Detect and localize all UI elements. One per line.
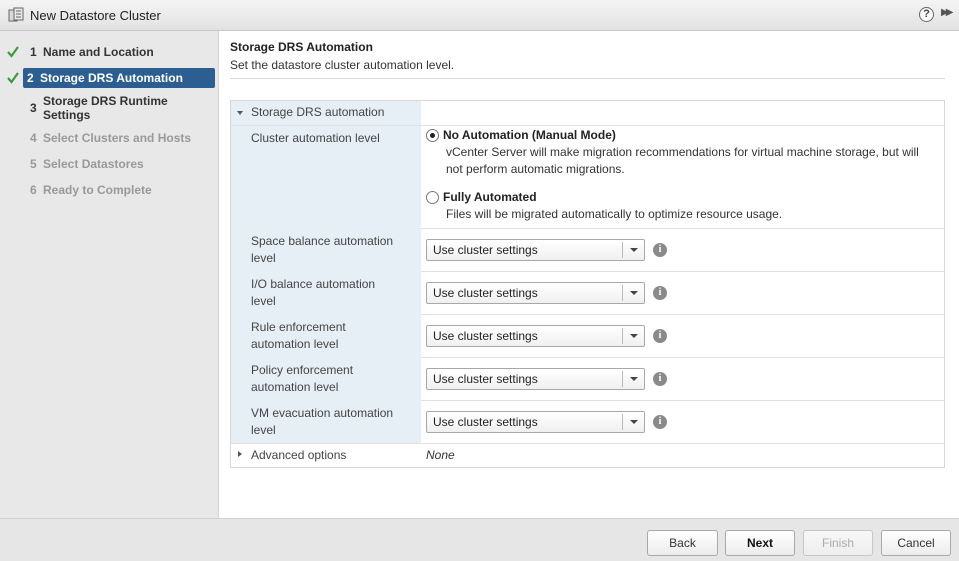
wizard-steps: 1 Name and Location 2 Storage DRS Automa…	[0, 31, 219, 518]
label-line1: Space balance automation	[251, 234, 394, 248]
cancel-button[interactable]: Cancel	[881, 530, 951, 556]
vm-evacuation-select[interactable]: Use cluster settings	[426, 411, 645, 433]
info-icon[interactable]: i	[653, 329, 667, 343]
info-icon[interactable]: i	[653, 243, 667, 257]
step-label: Select Datastores	[43, 157, 144, 171]
step-label: Storage DRS Automation	[40, 71, 183, 85]
space-balance-label: Space balance automation level	[251, 233, 411, 267]
step-number: 3	[30, 101, 37, 115]
content-panel: Storage DRS Automation Set the datastore…	[220, 31, 959, 518]
step-storage-drs-runtime-settings[interactable]: 3 Storage DRS Runtime Settings	[3, 94, 215, 124]
step-label-line1: Storage DRS Runtime	[43, 94, 168, 108]
info-icon[interactable]: i	[653, 372, 667, 386]
policy-enforcement-label: Policy enforcement automation level	[251, 362, 411, 396]
page-subtitle: Set the datastore cluster automation lev…	[230, 58, 455, 72]
collapse-triangle-icon[interactable]	[237, 111, 243, 115]
cluster-automation-label: Cluster automation level	[251, 131, 380, 145]
footer-bar: Back Next Finish Cancel	[0, 518, 959, 561]
row-divider	[421, 357, 944, 358]
select-value: Use cluster settings	[433, 243, 538, 257]
step-number: 5	[30, 157, 37, 171]
info-icon[interactable]: i	[653, 415, 667, 429]
row-divider	[421, 400, 944, 401]
select-separator	[622, 371, 623, 387]
select-value: Use cluster settings	[433, 286, 538, 300]
no-automation-title: No Automation (Manual Mode)	[443, 128, 616, 142]
back-button[interactable]: Back	[647, 530, 718, 556]
step-storage-drs-automation[interactable]: 2 Storage DRS Automation	[23, 68, 215, 88]
step-label: Ready to Complete	[43, 183, 152, 197]
step-label: Select Clusters and Hosts	[43, 131, 192, 145]
check-icon	[7, 46, 19, 58]
fully-automated-title: Fully Automated	[443, 190, 537, 204]
select-value: Use cluster settings	[433, 372, 538, 386]
select-separator	[622, 242, 623, 258]
label-line2: level	[251, 423, 276, 437]
chevron-down-icon[interactable]	[630, 248, 638, 252]
label-line1: Rule enforcement	[251, 320, 346, 334]
section-label: Storage DRS automation	[251, 105, 385, 119]
label-line1: VM evacuation automation	[251, 406, 394, 420]
help-icon[interactable]: ?	[919, 7, 934, 22]
vm-evacuation-label: VM evacuation automation level	[251, 405, 411, 439]
page-title: Storage DRS Automation	[230, 40, 373, 54]
next-button[interactable]: Next	[725, 530, 795, 556]
label-line2: level	[251, 294, 276, 308]
step-select-datastores: 5 Select Datastores	[3, 157, 215, 173]
row-divider	[421, 228, 944, 229]
info-icon[interactable]: i	[653, 286, 667, 300]
expand-triangle-icon[interactable]	[238, 451, 242, 457]
chevron-down-icon[interactable]	[630, 420, 638, 424]
space-balance-select[interactable]: Use cluster settings	[426, 239, 645, 261]
label-line1: I/O balance automation	[251, 277, 376, 291]
chevron-down-icon[interactable]	[630, 334, 638, 338]
expand-icon[interactable]: ▶▶	[941, 7, 954, 18]
fully-automated-desc: Files will be migrated automatically to …	[446, 207, 783, 221]
select-separator	[622, 328, 623, 344]
chevron-down-icon[interactable]	[630, 291, 638, 295]
row-divider	[421, 271, 944, 272]
finish-button: Finish	[803, 530, 873, 556]
step-name-and-location[interactable]: 1 Name and Location	[3, 45, 215, 61]
no-automation-desc-line2: not perform automatic migrations.	[446, 162, 625, 176]
row-divider	[231, 443, 944, 444]
step-number: 4	[30, 131, 37, 145]
step-number: 2	[27, 71, 34, 85]
section-header[interactable]: Storage DRS automation	[231, 101, 944, 126]
title-bar: New Datastore Cluster ? ▶▶	[0, 0, 959, 31]
io-balance-label: I/O balance automation level	[251, 276, 411, 310]
select-separator	[622, 414, 623, 430]
fully-automated-radio[interactable]	[426, 191, 439, 204]
step-label: Name and Location	[43, 45, 154, 59]
label-line2: automation level	[251, 337, 339, 351]
radio-selected-dot	[430, 133, 435, 138]
advanced-options-label[interactable]: Advanced options	[251, 447, 411, 464]
label-line1: Policy enforcement	[251, 363, 354, 377]
row-divider	[421, 314, 944, 315]
label-line2: automation level	[251, 380, 339, 394]
step-number: 1	[30, 45, 37, 59]
select-value: Use cluster settings	[433, 329, 538, 343]
rule-enforcement-select[interactable]: Use cluster settings	[426, 325, 645, 347]
divider	[230, 78, 945, 79]
label-line2: level	[251, 251, 276, 265]
no-automation-radio[interactable]	[426, 129, 439, 142]
io-balance-select[interactable]: Use cluster settings	[426, 282, 645, 304]
check-icon	[7, 72, 19, 84]
rule-enforcement-label: Rule enforcement automation level	[251, 319, 411, 353]
select-value: Use cluster settings	[433, 415, 538, 429]
step-ready-to-complete: 6 Ready to Complete	[3, 183, 215, 199]
datastore-cluster-icon	[8, 7, 24, 22]
select-separator	[622, 285, 623, 301]
step-number: 6	[30, 183, 37, 197]
step-label-line2: Settings	[43, 108, 91, 122]
window-title: New Datastore Cluster	[30, 8, 161, 23]
settings-grid: Storage DRS automation Cluster automatio…	[230, 100, 945, 468]
chevron-down-icon[interactable]	[630, 377, 638, 381]
no-automation-desc-line1: vCenter Server will make migration recom…	[446, 145, 919, 159]
advanced-options-value: None	[426, 448, 455, 462]
policy-enforcement-select[interactable]: Use cluster settings	[426, 368, 645, 390]
step-select-clusters-and-hosts: 4 Select Clusters and Hosts	[3, 131, 215, 147]
